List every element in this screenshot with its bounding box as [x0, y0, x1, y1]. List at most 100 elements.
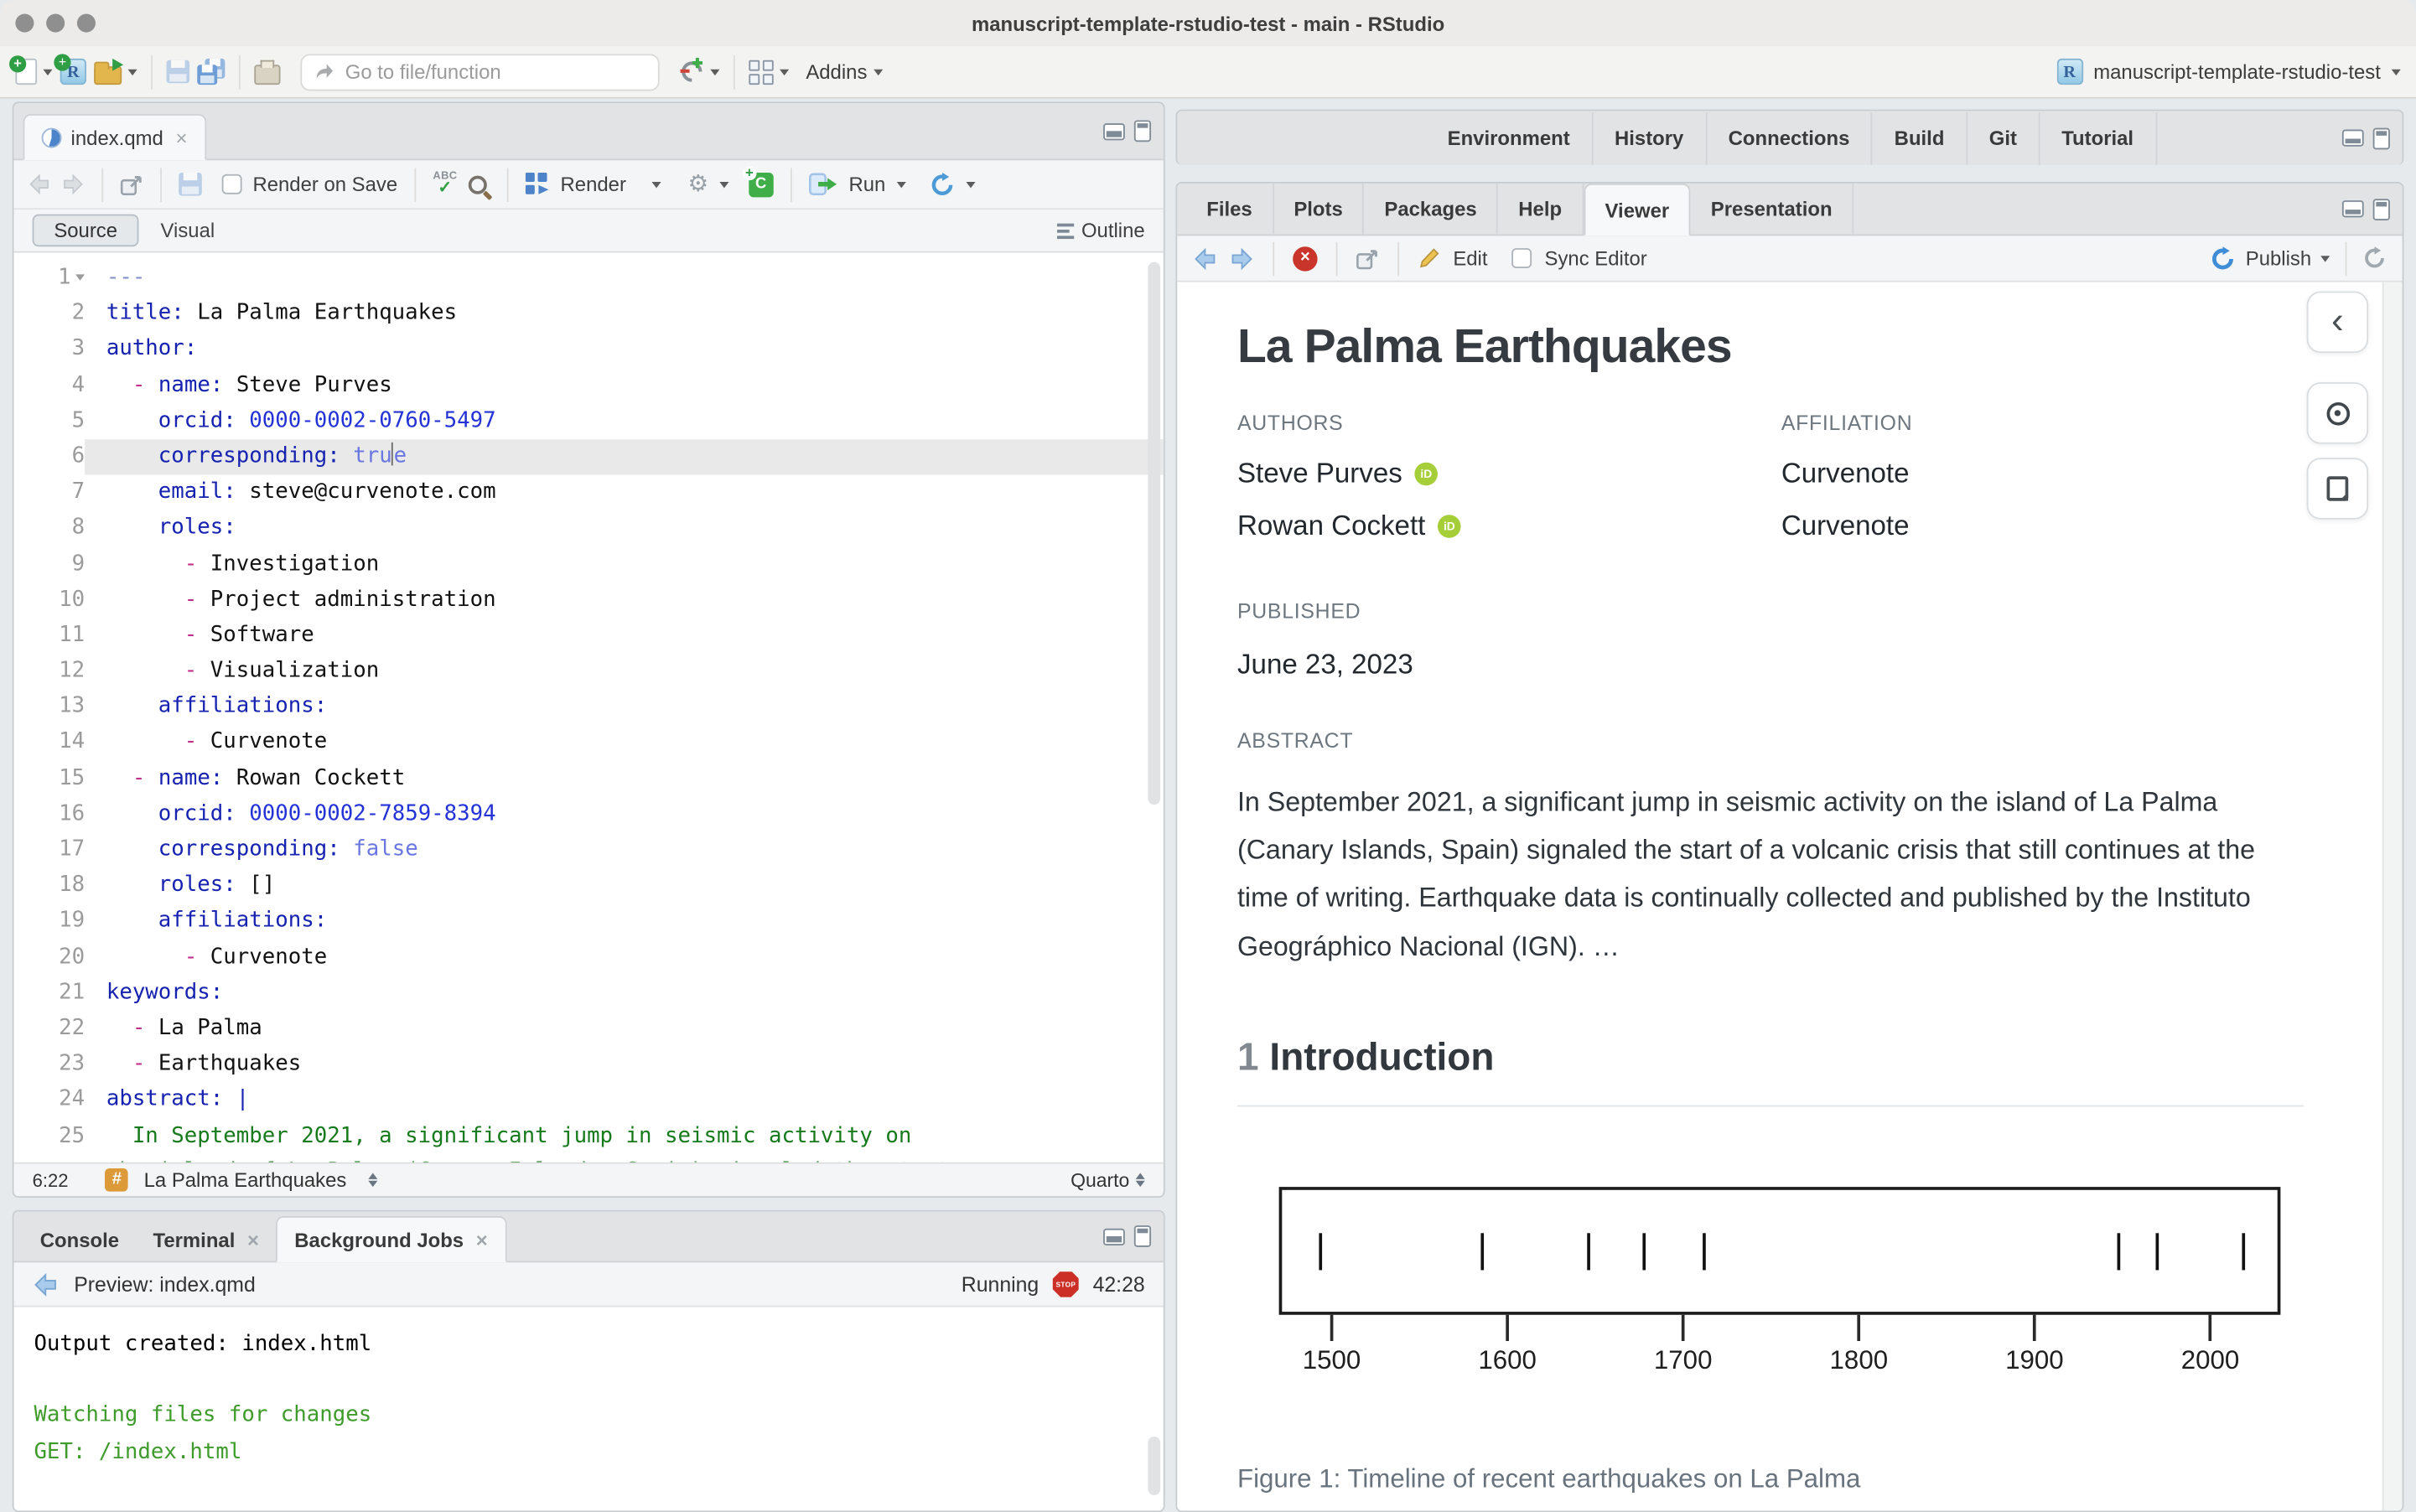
- tab-console[interactable]: Console: [23, 1218, 137, 1261]
- code-line[interactable]: 8 roles:: [14, 510, 1164, 546]
- close-icon[interactable]: ×: [176, 126, 188, 149]
- code-line[interactable]: 2 title: La Palma Earthquakes: [14, 296, 1164, 332]
- collapse-sidebar-button[interactable]: ‹: [2306, 291, 2369, 354]
- tab-viewer[interactable]: Viewer: [1583, 183, 1691, 236]
- code-line[interactable]: 11 - Software: [14, 618, 1164, 654]
- tab-build[interactable]: Build: [1873, 111, 1968, 164]
- addins-dropdown-icon[interactable]: [873, 68, 883, 75]
- sync-editor-checkbox[interactable]: [1511, 248, 1532, 269]
- code-line[interactable]: 17 corresponding: false: [14, 832, 1164, 868]
- editor-scrollbar[interactable]: [1148, 261, 1161, 805]
- tab-git[interactable]: Git: [1968, 111, 2040, 164]
- maximize-pane-icon[interactable]: [2372, 198, 2390, 220]
- back-icon[interactable]: [28, 173, 51, 196]
- stop-icon[interactable]: ×: [1293, 246, 1318, 271]
- back-icon[interactable]: [1193, 246, 1217, 270]
- print-button[interactable]: [254, 59, 281, 85]
- code-line[interactable]: 15 - name: Rowan Cockett: [14, 761, 1164, 797]
- new-file-button[interactable]: +: [9, 55, 53, 85]
- minimize-pane-icon[interactable]: [2341, 129, 2364, 147]
- render-on-save-checkbox[interactable]: [221, 173, 242, 194]
- open-in-new-window-icon[interactable]: [1356, 247, 1380, 269]
- rerun-dropdown-icon[interactable]: [965, 181, 975, 188]
- format-selector[interactable]: Quarto: [1071, 1169, 1129, 1191]
- code-line[interactable]: the island of La Palma (Canary Islands, …: [14, 1154, 1164, 1162]
- code-line[interactable]: 25 In September 2021, a significant jump…: [14, 1118, 1164, 1154]
- code-line[interactable]: 1 ---: [14, 261, 1164, 297]
- options-dropdown-icon[interactable]: [719, 181, 729, 188]
- code-line[interactable]: 12 - Visualization: [14, 654, 1164, 690]
- tab-terminal[interactable]: Terminal ×: [136, 1218, 276, 1261]
- annotation-button[interactable]: [2306, 458, 2369, 520]
- project-dropdown-icon[interactable]: [2391, 68, 2401, 75]
- outline-button[interactable]: Outline: [1056, 219, 1145, 242]
- render-dropdown-icon[interactable]: [652, 181, 662, 188]
- spellcheck-icon[interactable]: ABC ✓: [433, 171, 457, 197]
- project-menu-button[interactable]: R manuscript-template-rstudio-test: [2056, 58, 2401, 85]
- orcid-icon[interactable]: iD: [1414, 462, 1439, 486]
- tab-connections[interactable]: Connections: [1707, 111, 1873, 164]
- code-line[interactable]: 22 - La Palma: [14, 1011, 1164, 1047]
- orcid-icon[interactable]: iD: [1438, 515, 1461, 538]
- tab-help[interactable]: Help: [1498, 183, 1584, 236]
- format-selector-arrows-icon[interactable]: [1135, 1173, 1145, 1188]
- visual-mode-button[interactable]: Visual: [161, 219, 215, 242]
- back-icon[interactable]: [33, 1271, 59, 1297]
- addins-button[interactable]: Addins: [806, 60, 883, 83]
- maximize-pane-icon[interactable]: [1133, 120, 1152, 142]
- panes-dropdown-icon[interactable]: [780, 68, 790, 75]
- close-icon[interactable]: ×: [476, 1228, 488, 1251]
- edit-button[interactable]: Edit: [1453, 246, 1487, 270]
- code-editor[interactable]: 1 --- 2 title: La Palma Earthquakes 3 author:…: [13, 252, 1164, 1162]
- code-line[interactable]: 13 affiliations:: [14, 690, 1164, 726]
- console-scrollbar[interactable]: [1148, 1437, 1161, 1495]
- save-icon[interactable]: [179, 172, 202, 196]
- code-line[interactable]: 20 - Curvenote: [14, 940, 1164, 976]
- run-dropdown-icon[interactable]: [896, 181, 906, 188]
- tab-tutorial[interactable]: Tutorial: [2040, 111, 2157, 164]
- code-line[interactable]: 16 orcid: 0000-0002-7859-8394: [14, 796, 1164, 832]
- git-button[interactable]: [680, 57, 720, 86]
- code-line[interactable]: 7 email: steve@curvenote.com: [14, 475, 1164, 511]
- code-line[interactable]: 24 abstract: |: [14, 1083, 1164, 1119]
- section-navigator[interactable]: La Palma Earthquakes: [144, 1168, 347, 1192]
- minimize-pane-icon[interactable]: [1103, 1227, 1125, 1245]
- console-output[interactable]: Output created: index.html Watching file…: [14, 1307, 1164, 1511]
- open-file-button[interactable]: [94, 58, 137, 85]
- tab-plots[interactable]: Plots: [1273, 183, 1365, 236]
- source-mode-button[interactable]: Source: [32, 214, 139, 247]
- viewer-scrollbar[interactable]: [2382, 282, 2403, 1511]
- code-line[interactable]: 14 - Curvenote: [14, 725, 1164, 761]
- tab-environment[interactable]: Environment: [1426, 111, 1594, 164]
- stop-job-icon[interactable]: STOP: [1052, 1271, 1080, 1297]
- tab-packages[interactable]: Packages: [1364, 183, 1499, 236]
- git-dropdown-icon[interactable]: [710, 68, 720, 75]
- code-line[interactable]: 6 corresponding: tru e: [14, 439, 1164, 475]
- new-file-dropdown-icon[interactable]: [43, 68, 53, 75]
- workspace-panes-button[interactable]: [749, 59, 790, 85]
- code-line[interactable]: 5 orcid: 0000-0002-0760-5497: [14, 403, 1164, 439]
- search-icon[interactable]: [468, 174, 487, 194]
- tab-background-jobs[interactable]: Background Jobs ×: [276, 1216, 506, 1263]
- publish-button[interactable]: Publish: [2246, 246, 2311, 270]
- run-button[interactable]: Run: [848, 173, 885, 196]
- new-project-button[interactable]: + R: [54, 54, 86, 85]
- minimize-pane-icon[interactable]: [1103, 122, 1125, 140]
- publish-dropdown-icon[interactable]: [2320, 255, 2330, 261]
- save-all-button[interactable]: [197, 58, 226, 85]
- goto-file-search[interactable]: [300, 53, 660, 91]
- insert-chunk-icon[interactable]: + C: [742, 165, 774, 197]
- code-line[interactable]: 9 - Investigation: [14, 546, 1164, 583]
- gear-icon[interactable]: ⚙: [687, 173, 708, 196]
- goto-file-input[interactable]: [345, 60, 608, 84]
- code-line[interactable]: 4 - name: Steve Purves: [14, 368, 1164, 404]
- open-in-new-window-icon[interactable]: [120, 173, 143, 195]
- maximize-pane-icon[interactable]: [2372, 127, 2390, 149]
- code-line[interactable]: 19 affiliations:: [14, 904, 1164, 940]
- open-file-dropdown-icon[interactable]: [127, 68, 137, 75]
- maximize-pane-icon[interactable]: [1133, 1225, 1152, 1247]
- code-line[interactable]: 10 - Project administration: [14, 583, 1164, 619]
- render-button[interactable]: Render: [561, 173, 626, 196]
- minimize-pane-icon[interactable]: [2341, 200, 2364, 218]
- refresh-icon[interactable]: [2362, 246, 2387, 270]
